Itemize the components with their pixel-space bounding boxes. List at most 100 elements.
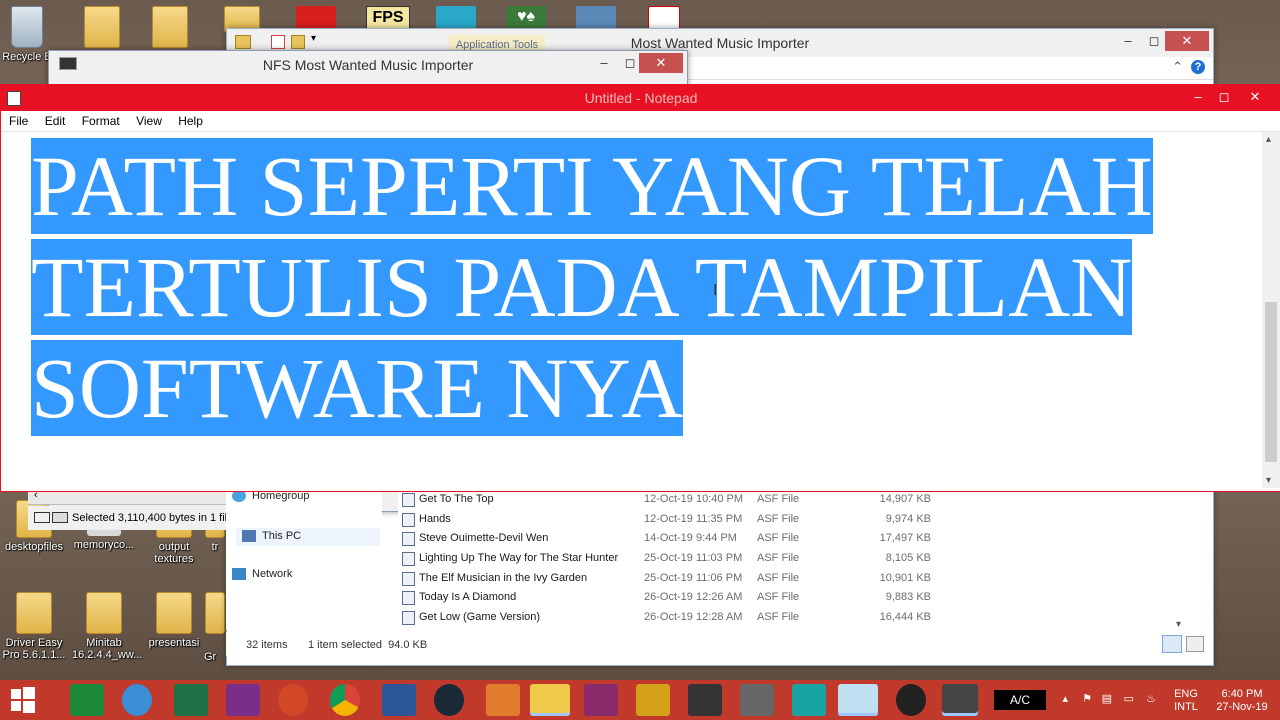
menu-view[interactable]: View <box>128 111 167 128</box>
recycle-bin-label: Recycle B <box>2 51 52 63</box>
file-row[interactable]: The Elf Musician in the Ivy Garden 25-Oc… <box>398 569 938 588</box>
menu-edit[interactable]: Edit <box>37 111 71 128</box>
internet-explorer-icon[interactable] <box>122 684 152 716</box>
desktop-folder-minitab[interactable]: Minitab 16.2.4.4_ww... <box>72 592 143 661</box>
fraps-icon[interactable]: FPS <box>366 6 410 30</box>
recycle-bin-icon[interactable]: Recycle B <box>2 6 52 63</box>
desktop-icon-label: Minitab 16.2.4.4_ww... <box>72 637 143 661</box>
file-date: 12-Oct-19 10:40 PM <box>644 493 744 505</box>
file-date: 26-Oct-19 12:28 AM <box>644 611 743 623</box>
file-type: ASF File <box>757 611 800 623</box>
file-date: 26-Oct-19 12:26 AM <box>644 591 743 603</box>
keyboard-layout: INTL <box>1174 701 1198 713</box>
file-type: ASF File <box>757 493 800 505</box>
file-row[interactable]: Get To The Top 12-Oct-19 10:40 PM ASF Fi… <box>398 490 938 509</box>
drive-icon <box>34 512 50 523</box>
file-type: ASF File <box>757 513 800 525</box>
scrollbar-thumb[interactable] <box>1265 302 1277 462</box>
language-indicator[interactable]: ENG INTL <box>1166 688 1206 714</box>
clock[interactable]: 6:40 PM 27-Nov-19 <box>1210 688 1274 714</box>
file-row[interactable]: Hands 12-Oct-19 11:35 PM ASF File 9,974 … <box>398 510 938 529</box>
photo-icon[interactable] <box>576 6 616 28</box>
file-explorer-icon[interactable] <box>530 684 570 716</box>
steam-icon[interactable] <box>434 684 464 716</box>
file-size: 8,105 KB <box>885 552 931 564</box>
chevron-up-icon[interactable]: ▴ <box>1266 134 1271 145</box>
folder-icon[interactable] <box>84 6 120 48</box>
file-list-scrollbar[interactable]: ▾ <box>1174 490 1188 632</box>
store-icon[interactable] <box>70 684 104 716</box>
file-row[interactable]: Steve Ouimette-Devil Wen 14-Oct-19 9:44 … <box>398 529 938 548</box>
app-icon[interactable] <box>486 684 520 716</box>
notepad-text-area[interactable]: PATH SEPERTI YANG TELAH TERTULIS PADA TA… <box>1 132 1260 488</box>
start-button[interactable] <box>6 684 40 716</box>
menu-format[interactable]: Format <box>74 111 125 128</box>
notepad-taskbar-icon[interactable] <box>838 684 878 716</box>
flag-icon[interactable]: ⚑ <box>1082 692 1092 705</box>
file-row[interactable]: Get Low (Game Version) 26-Oct-19 12:28 A… <box>398 608 938 627</box>
notepad-titlebar[interactable]: Untitled - Notepad – ◻ ✕ <box>1 85 1280 111</box>
app-icon[interactable] <box>688 684 722 716</box>
chevron-up-icon[interactable]: ⌃ <box>1172 59 1183 75</box>
solitaire-icon[interactable]: ♥♠ <box>506 6 546 28</box>
minimize-button[interactable]: – <box>591 53 617 73</box>
minimize-button[interactable]: – <box>1115 31 1141 51</box>
details-view-icon[interactable] <box>1162 635 1182 653</box>
close-button[interactable]: ✕ <box>1165 31 1209 51</box>
chevron-down-icon[interactable]: ▾ <box>1266 475 1271 486</box>
file-size: 16,444 KB <box>879 611 931 623</box>
file-icon <box>402 611 415 625</box>
desktop-folder-driver-easy[interactable]: Driver Easy Pro 5.6.1.1... <box>2 592 66 661</box>
winrar-icon[interactable] <box>584 684 618 716</box>
desktop-folder-presentasi[interactable]: presentasi <box>142 592 206 649</box>
status-text: Selected 3,110,400 bytes in 1 file <box>72 512 226 524</box>
notepad-vertical-scrollbar[interactable]: ▴ ▾ <box>1262 132 1280 488</box>
desktop-icon-label: desktopfiles <box>4 541 64 553</box>
chrome-icon[interactable] <box>330 684 360 716</box>
battery-icon[interactable]: ▭ <box>1124 692 1134 705</box>
network-icon[interactable]: ▤ <box>1102 692 1112 705</box>
volume-icon[interactable]: ♨ <box>1146 692 1156 705</box>
app-icon[interactable] <box>636 684 670 716</box>
file-row[interactable]: Lighting Up The Way for The Star Hunter … <box>398 549 938 568</box>
nav-item-network[interactable]: Network <box>232 568 292 580</box>
explorer-nav-pane: Homegroup This PC Network <box>226 490 382 630</box>
chevron-up-icon[interactable]: ▴ <box>1062 692 1068 705</box>
close-button[interactable]: ✕ <box>639 53 683 73</box>
excel-icon[interactable] <box>174 684 208 716</box>
menu-file[interactable]: File <box>1 111 33 128</box>
file-row[interactable]: Today Is A Diamond 26-Oct-19 12:26 AM AS… <box>398 588 938 607</box>
menu-help[interactable]: Help <box>170 111 208 128</box>
powerpoint-icon[interactable] <box>278 684 308 716</box>
file-size: 14,907 KB <box>879 493 931 505</box>
text-cursor-icon: I <box>713 282 718 299</box>
filmora-icon[interactable] <box>792 684 826 716</box>
desktop-folder-gr[interactable]: Gr <box>204 592 226 663</box>
pdf-icon[interactable] <box>648 6 680 30</box>
word-icon[interactable] <box>382 684 416 716</box>
folder-icon <box>86 592 122 634</box>
keyboard-indicator[interactable]: A/C <box>994 690 1046 710</box>
minimize-button[interactable]: – <box>1185 87 1211 107</box>
file-date: 12-Oct-19 11:35 PM <box>644 513 743 525</box>
onenote-icon[interactable] <box>226 684 260 716</box>
nav-item-this-pc[interactable]: This PC <box>236 528 380 546</box>
maximize-button[interactable]: ◻ <box>1141 31 1167 51</box>
file-name: Steve Ouimette-Devil Wen <box>419 532 549 544</box>
large-icons-view-icon[interactable] <box>1186 636 1204 652</box>
app-shortcut-icon[interactable] <box>296 6 336 30</box>
folder-icon[interactable] <box>152 6 188 48</box>
nfs-titlebar[interactable]: NFS Most Wanted Music Importer – ◻ ✕ <box>49 51 687 77</box>
file-date: 25-Oct-19 11:06 PM <box>644 572 743 584</box>
close-button[interactable]: ✕ <box>1233 87 1277 107</box>
nfs-taskbar-icon[interactable] <box>942 684 978 716</box>
app-icon[interactable] <box>896 684 926 716</box>
status-item-count: 32 items <box>246 639 288 651</box>
app-icon[interactable] <box>740 684 774 716</box>
chevron-down-icon[interactable]: ▾ <box>1176 619 1181 630</box>
file-name: Today Is A Diamond <box>419 591 517 603</box>
file-size: 10,901 KB <box>879 572 931 584</box>
file-icon <box>402 532 415 546</box>
app-shortcut-icon[interactable] <box>436 6 476 28</box>
help-icon[interactable]: ? <box>1191 60 1205 74</box>
